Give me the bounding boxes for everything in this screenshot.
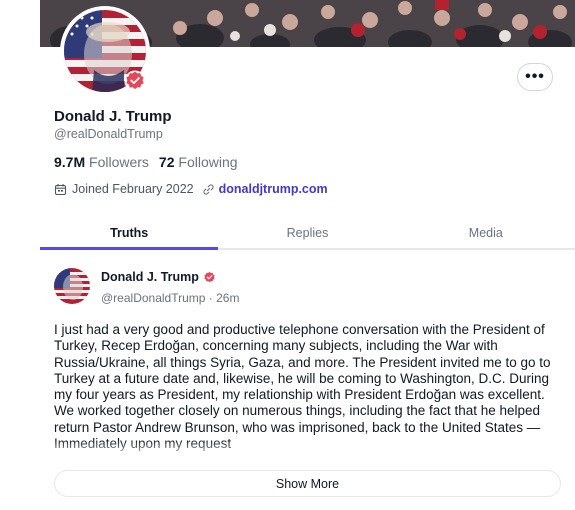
followers-label: Followers bbox=[89, 154, 149, 170]
verified-badge-icon bbox=[124, 70, 146, 92]
calendar-icon bbox=[54, 183, 67, 195]
verified-badge-icon bbox=[204, 271, 215, 282]
following-label: Following bbox=[178, 154, 238, 170]
post-body[interactable]: I just had a very good and productive te… bbox=[54, 322, 564, 456]
profile-name: Donald J. Trump bbox=[54, 108, 172, 125]
followers-link[interactable]: 9.7M Followers bbox=[54, 154, 149, 170]
more-options-icon: ••• bbox=[525, 68, 545, 85]
joined-date: Joined February 2022 bbox=[72, 182, 194, 196]
show-more-button[interactable]: Show More bbox=[54, 470, 561, 497]
post-author-name[interactable]: Donald J. Trump bbox=[101, 270, 216, 284]
followers-count: 9.7M bbox=[54, 154, 86, 170]
profile-handle: @realDonaldTrump bbox=[54, 127, 163, 141]
profile-tabs: Truths Replies Media bbox=[40, 219, 575, 250]
profile-stats: 9.7M Followers 72 Following bbox=[54, 154, 238, 170]
profile-page: ••• Donald J. Trump @realDonaldTrump 9.7… bbox=[40, 0, 575, 510]
following-count: 72 bbox=[158, 154, 175, 170]
link-icon bbox=[203, 183, 214, 195]
post-body-fade bbox=[54, 440, 569, 458]
following-link[interactable]: 72 Following bbox=[159, 154, 238, 170]
left-gutter bbox=[0, 0, 40, 510]
tab-replies[interactable]: Replies bbox=[218, 219, 396, 248]
more-options-button[interactable]: ••• bbox=[517, 63, 553, 91]
post-author-avatar[interactable] bbox=[54, 268, 90, 304]
profile-meta: Joined February 2022 donaldjtrump.com bbox=[54, 182, 328, 196]
tab-truths[interactable]: Truths bbox=[40, 219, 219, 250]
tab-media[interactable]: Media bbox=[397, 219, 575, 248]
post-author-label: Donald J. Trump bbox=[101, 270, 199, 284]
post-handle-time[interactable]: @realDonaldTrump · 26m bbox=[101, 291, 239, 305]
website-link[interactable]: donaldjtrump.com bbox=[219, 182, 328, 196]
